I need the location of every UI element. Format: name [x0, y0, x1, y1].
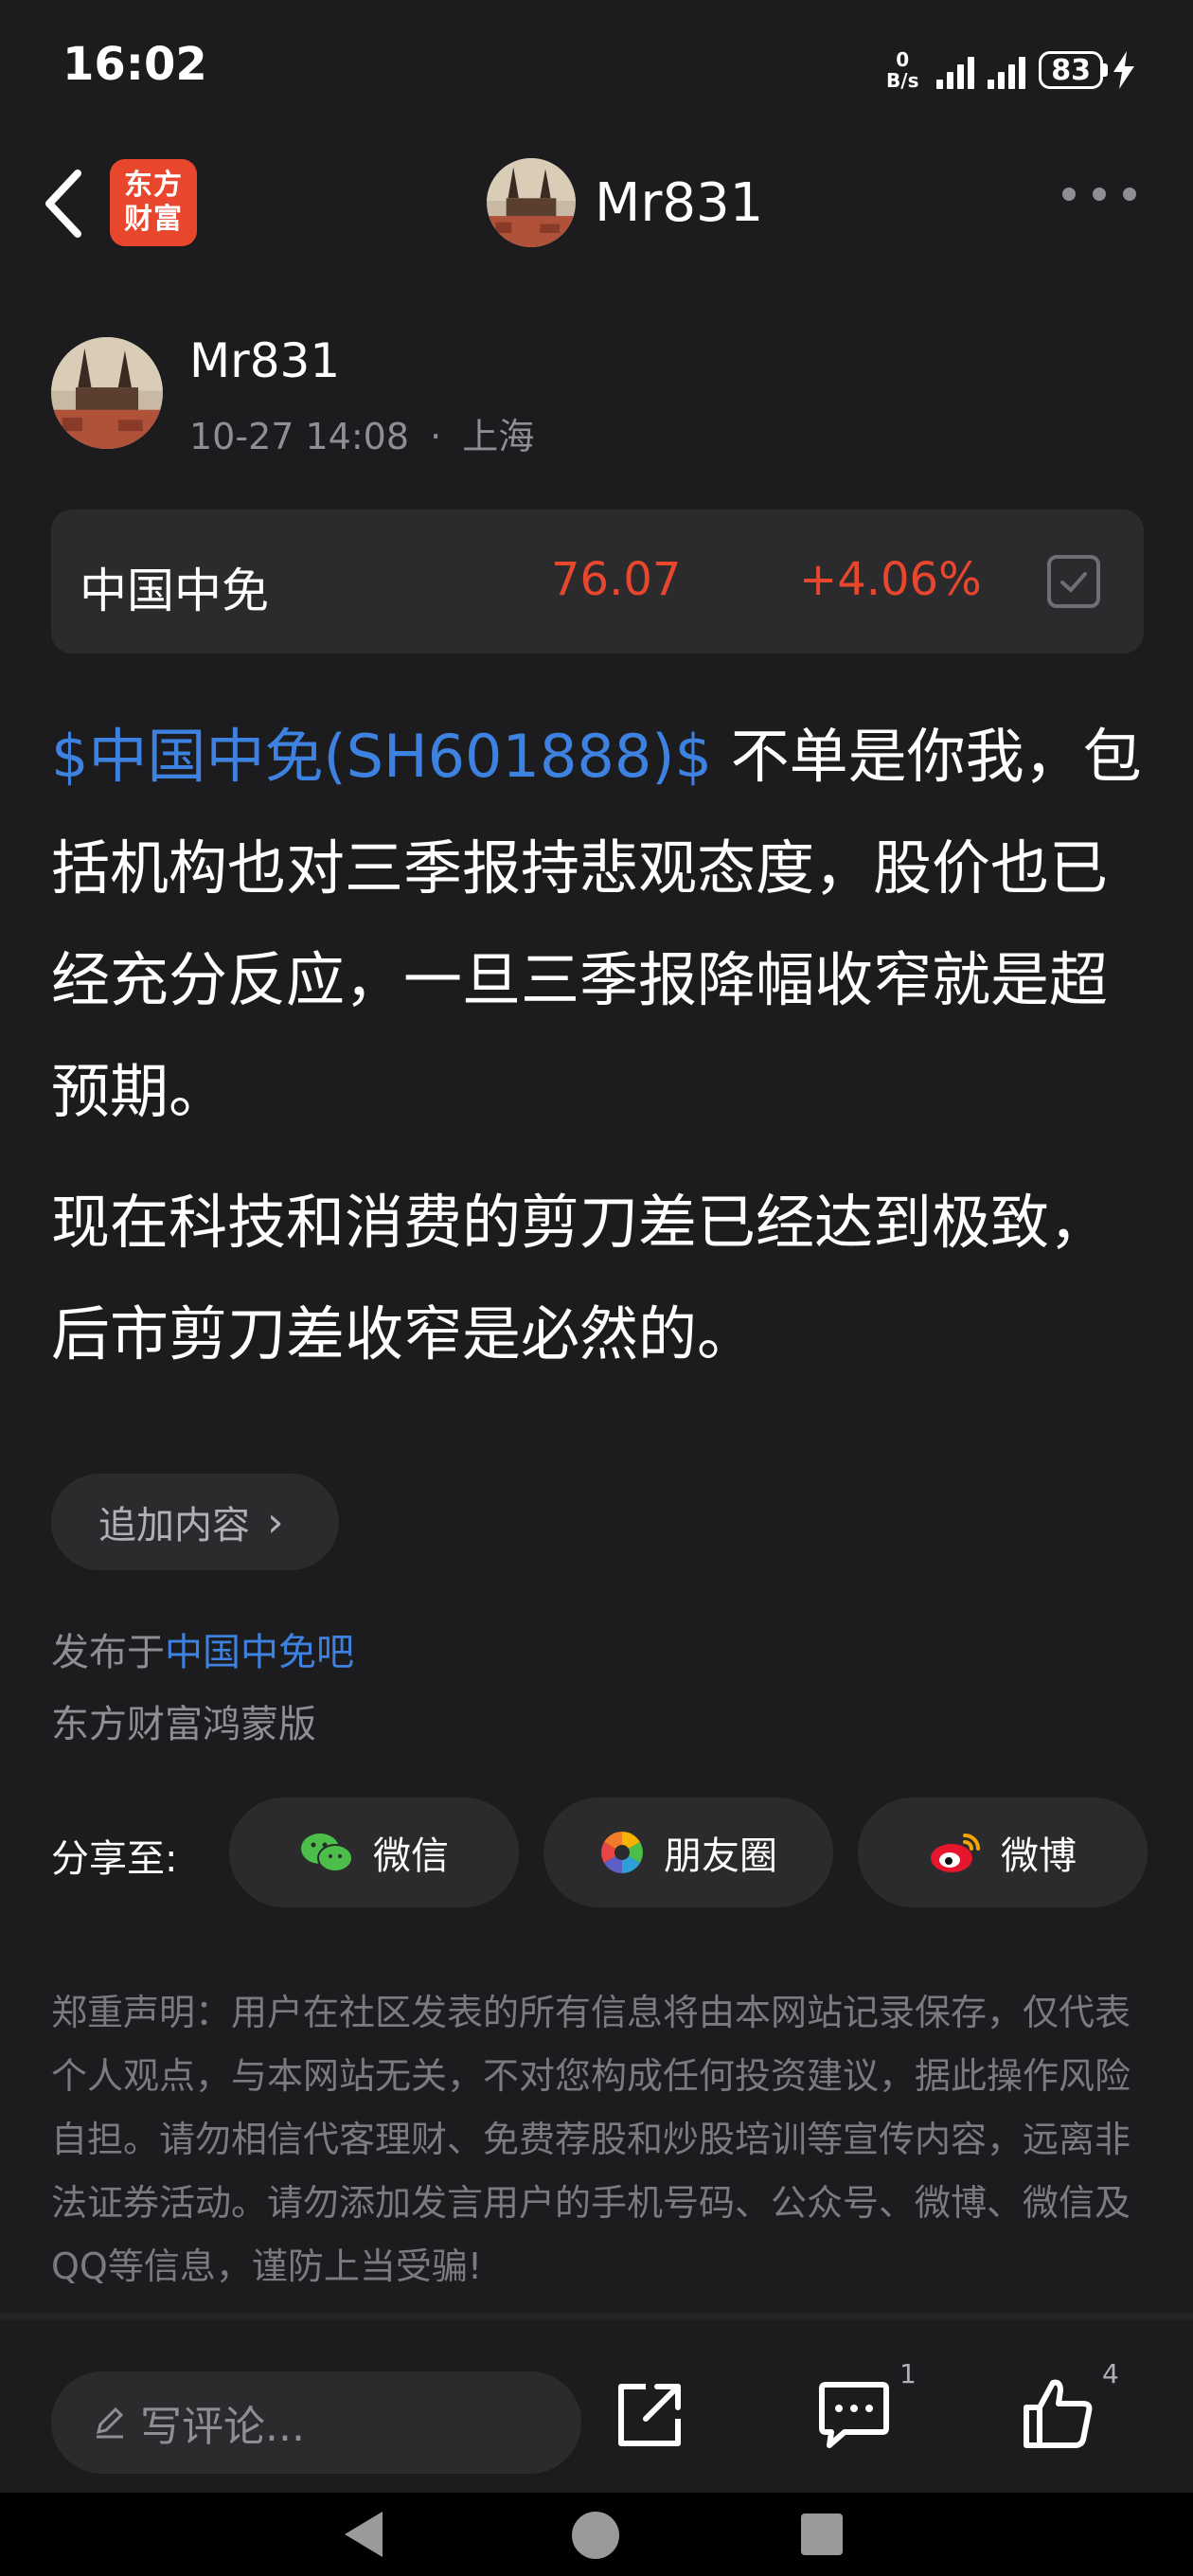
stock-name: 中国中免 [80, 564, 269, 618]
stock-bar-link[interactable]: 中国中免吧 [165, 1631, 354, 1674]
status-time: 16:02 [62, 38, 207, 91]
post-meta: 10-27 14:08 · 上海 [189, 407, 534, 459]
pencil-icon [96, 2406, 124, 2439]
disclaimer-text: 郑重声明：用户在社区发表的所有信息将由本网站记录保存，仅代表个人观点，与本网站无… [51, 1992, 1131, 2287]
watchlist-check-button[interactable] [1047, 555, 1100, 608]
moments-icon [601, 1832, 643, 1873]
system-home-icon[interactable] [572, 2512, 619, 2559]
network-speed: 0 B/s [881, 49, 923, 91]
comment-count: 1 [899, 2358, 917, 2389]
nav-user[interactable]: Mr831 [487, 157, 763, 248]
signal-2-icon [988, 51, 1026, 89]
post-location: 上海 [462, 416, 535, 457]
author-name[interactable]: Mr831 [189, 333, 340, 388]
status-indicators: 0 B/s 83 [881, 42, 1136, 98]
wechat-icon [301, 1834, 353, 1872]
thumbs-up-icon[interactable] [1021, 2375, 1096, 2451]
stock-change: +4.06% [799, 553, 982, 606]
chevron-right-icon: › [267, 1497, 284, 1547]
logo-line-1: 东方 [124, 169, 183, 202]
share-out-icon[interactable] [614, 2379, 686, 2451]
system-back-icon[interactable] [345, 2512, 383, 2557]
chevron-left-icon [45, 170, 81, 238]
logo-line-2: 财富 [124, 203, 183, 236]
share-moments-button[interactable]: 朋友圈 [543, 1798, 833, 1907]
top-nav: 东方 财富 Mr831 [0, 133, 1193, 275]
share-label: 分享至: [51, 1837, 178, 1881]
post-detail-page: 16:02 0 B/s 83 东方 财富 Mr831 Mr831 10-27 1… [0, 0, 1193, 2576]
signal-1-icon [936, 51, 975, 89]
avatar[interactable] [487, 158, 576, 247]
share-wechat-label: 微信 [373, 1834, 449, 1878]
system-navigation-bar [0, 2493, 1193, 2576]
post-time: 10-27 14:08 [189, 416, 410, 457]
bottom-action-bar: 写评论... 1 4 [0, 2313, 1193, 2493]
battery-level: 83 [1039, 51, 1103, 89]
like-count: 4 [1102, 2358, 1119, 2389]
comment-placeholder: 写评论... [140, 2403, 305, 2451]
post-content: $中国中免(SH601888)$ 不单是你我，包括机构也对三季报持悲观态度，股价… [51, 701, 1149, 1390]
share-wechat-button[interactable]: 微信 [229, 1798, 519, 1907]
stock-price: 76.07 [551, 553, 682, 606]
post-paragraph-2: 现在科技和消费的剪刀差已经达到极致，后市剪刀差收窄是必然的。 [51, 1188, 1109, 1368]
weibo-icon [931, 1834, 980, 1872]
client-version: 东方财富鸿蒙版 [51, 1703, 316, 1746]
published-prefix: 发布于 [51, 1631, 165, 1674]
nav-title[interactable]: Mr831 [595, 172, 763, 234]
charging-icon [1113, 51, 1134, 89]
append-content-label: 追加内容 [98, 1504, 250, 1547]
eastmoney-logo[interactable]: 东方 财富 [110, 159, 197, 246]
published-in: 发布于中国中免吧 [51, 1621, 354, 1676]
comment-input[interactable]: 写评论... [51, 2371, 581, 2474]
share-weibo-label: 微博 [1001, 1834, 1077, 1878]
post-paragraph-1: $中国中免(SH601888)$ 不单是你我，包括机构也对三季报持悲观态度，股价… [51, 701, 1149, 1148]
stock-quote-card[interactable]: 中国中免 76.07 +4.06% [51, 510, 1144, 653]
author-avatar[interactable] [51, 337, 163, 449]
system-recents-icon[interactable] [801, 2513, 843, 2555]
meta-separator: · [430, 416, 442, 457]
check-icon [1060, 572, 1087, 593]
share-weibo-button[interactable]: 微博 [858, 1798, 1148, 1907]
stock-tag-link[interactable]: $中国中免(SH601888)$ [51, 722, 712, 791]
share-moments-label: 朋友圈 [664, 1834, 777, 1878]
comment-bubble-icon[interactable] [816, 2379, 892, 2451]
back-button[interactable] [34, 161, 91, 246]
append-content-button[interactable]: 追加内容 › [51, 1474, 339, 1570]
more-dots-icon[interactable] [1062, 188, 1136, 201]
battery-icon: 83 [1039, 51, 1136, 89]
network-speed-unit: B/s [886, 69, 919, 92]
status-bar: 16:02 0 B/s 83 [0, 0, 1193, 133]
network-speed-value: 0 [896, 48, 910, 71]
